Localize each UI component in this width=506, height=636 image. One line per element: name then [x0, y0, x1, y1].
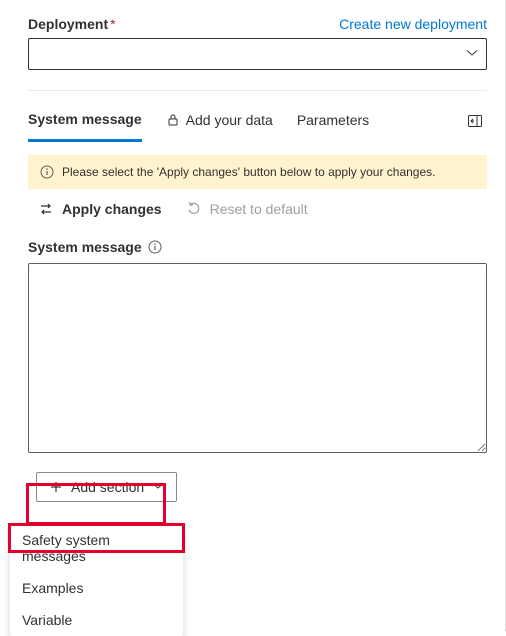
info-icon[interactable]: [148, 240, 162, 254]
system-message-label: System message: [28, 239, 142, 255]
apply-changes-button[interactable]: Apply changes: [38, 201, 162, 217]
required-asterisk: *: [110, 16, 115, 32]
apply-changes-notice: Please select the 'Apply changes' button…: [28, 155, 487, 189]
dropdown-item-examples[interactable]: Examples: [10, 572, 183, 604]
create-deployment-link[interactable]: Create new deployment: [339, 16, 487, 32]
deployment-label: Deployment: [28, 16, 108, 32]
chevron-down-icon: [152, 479, 164, 495]
reset-default-button: Reset to default: [186, 201, 308, 217]
info-icon: [40, 165, 54, 179]
swap-icon: [38, 201, 54, 217]
tab-bar: System message Add your data Parameters: [28, 101, 487, 141]
tab-system-message[interactable]: System message: [28, 101, 142, 142]
lock-icon: [166, 113, 180, 127]
deployment-select[interactable]: [28, 38, 487, 70]
tab-parameters[interactable]: Parameters: [297, 102, 369, 140]
divider: [28, 90, 487, 91]
reset-icon: [186, 201, 202, 217]
add-section-button[interactable]: Add section: [36, 472, 177, 502]
add-section-dropdown: Safety system messages Examples Variable: [10, 524, 183, 636]
dropdown-item-variable[interactable]: Variable: [10, 604, 183, 636]
tab-label: System message: [28, 111, 142, 127]
apply-label: Apply changes: [62, 201, 162, 217]
add-section-label: Add section: [71, 479, 144, 495]
system-message-textarea[interactable]: [28, 263, 487, 453]
notice-text: Please select the 'Apply changes' button…: [62, 165, 436, 179]
reset-label: Reset to default: [210, 201, 308, 217]
plus-icon: [49, 480, 63, 494]
chevron-down-icon: [466, 46, 478, 62]
dropdown-item-safety[interactable]: Safety system messages: [10, 524, 183, 572]
collapse-panel-button[interactable]: [463, 109, 487, 133]
tab-label: Add your data: [186, 112, 273, 128]
tab-add-your-data[interactable]: Add your data: [166, 102, 273, 140]
tab-label: Parameters: [297, 112, 369, 128]
panel-collapse-icon: [467, 113, 483, 129]
